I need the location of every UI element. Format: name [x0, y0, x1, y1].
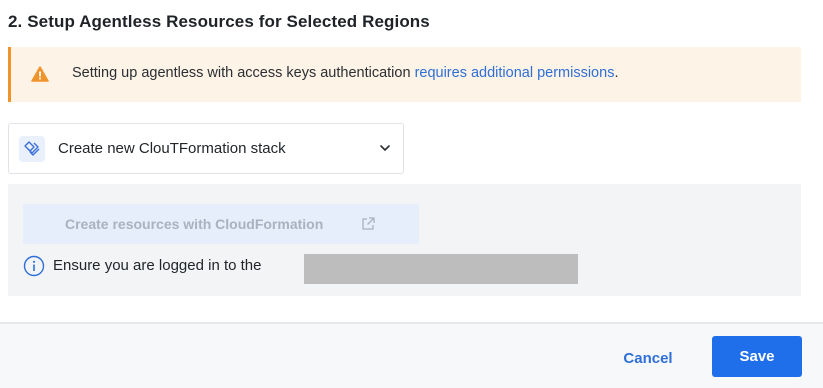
permissions-link[interactable]: requires additional permissions — [415, 65, 615, 81]
create-resources-label: Create resources with CloudFormation — [65, 216, 324, 232]
stack-select-value: Create new ClouTFormation stack — [58, 140, 286, 157]
cloudformation-stack-icon — [19, 136, 45, 162]
info-circle-icon — [23, 255, 45, 277]
agentless-setup-page: 2. Setup Agentless Resources for Selecte… — [0, 0, 823, 388]
warning-trailing: . — [614, 65, 619, 81]
external-link-icon — [362, 217, 375, 230]
login-notice-text: Ensure you are logged in to the — [53, 257, 262, 274]
save-button[interactable]: Save — [712, 336, 802, 377]
dialog-footer: Cancel Save — [0, 324, 823, 388]
cloudformation-panel: Create resources with CloudFormation Ens… — [8, 184, 801, 296]
login-notice: Ensure you are logged in to the — [23, 254, 583, 284]
warning-message: Setting up agentless with access keys au… — [72, 65, 618, 81]
cancel-button[interactable]: Cancel — [604, 338, 692, 378]
chevron-down-icon — [380, 145, 390, 151]
stack-type-select[interactable]: Create new ClouTFormation stack — [8, 123, 404, 174]
warning-text: Setting up agentless with access keys au… — [72, 65, 415, 81]
section-title: 2. Setup Agentless Resources for Selecte… — [8, 12, 430, 31]
warning-triangle-icon — [31, 66, 49, 82]
warning-banner: Setting up agentless with access keys au… — [8, 47, 801, 102]
redacted-account-name — [304, 254, 578, 284]
create-resources-button[interactable]: Create resources with CloudFormation — [23, 204, 419, 244]
